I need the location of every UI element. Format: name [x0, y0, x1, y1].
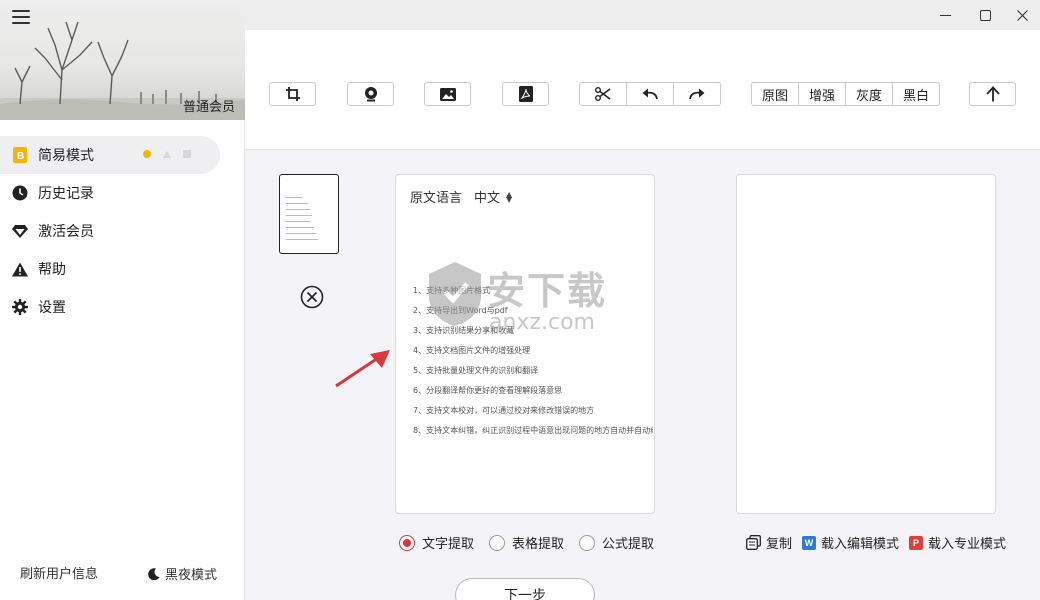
close-button[interactable]	[1002, 0, 1040, 30]
word-icon: W	[802, 535, 817, 550]
image-button[interactable]	[424, 82, 471, 106]
pdf-icon	[518, 86, 533, 102]
load-edit-mode-label: 载入编辑模式	[821, 537, 900, 552]
filter-black-white-button[interactable]: 黑白	[893, 83, 939, 105]
scissors-icon	[595, 87, 611, 101]
simple-mode-icon: B	[12, 147, 28, 163]
source-language-select[interactable]: 中文 ▲ ▼	[474, 187, 512, 206]
mode-text-extract-radio[interactable]: 文字提取	[399, 533, 474, 552]
radio-label: 公式提取	[602, 537, 655, 552]
upload-button[interactable]	[969, 82, 1016, 106]
sidebar-item-label: 历史记录	[38, 186, 94, 202]
document-line: 4、支持文档图片文件的增强处理	[413, 346, 531, 355]
red-arrow-icon	[335, 350, 390, 388]
watermark-domain: anxz.com	[489, 310, 595, 335]
source-language-row: 原文语言 中文 ▲ ▼	[410, 187, 512, 206]
undo-icon	[642, 88, 658, 100]
sort-caret-icon: ▲ ▼	[506, 189, 513, 204]
history-icon	[12, 185, 28, 201]
camera-button[interactable]	[347, 82, 394, 106]
status-dot-icon	[143, 150, 151, 158]
upload-icon	[985, 86, 1000, 102]
filter-original-button[interactable]: 原图	[752, 83, 799, 105]
maximize-icon	[979, 9, 991, 21]
sidebar-item-history[interactable]: 历史记录	[0, 174, 245, 212]
mode-table-extract-radio[interactable]: 表格提取	[489, 533, 564, 552]
undo-button[interactable]	[627, 83, 674, 105]
close-icon	[1016, 9, 1028, 21]
minimize-icon	[939, 14, 951, 16]
square-icon	[183, 150, 191, 158]
image-icon	[439, 87, 456, 101]
document-line: 6、分段翻译帮你更好的查看理解段落意思	[413, 386, 563, 395]
sidebar-nav: B 简易模式 历史记录 激活会员 帮助 设置	[0, 136, 245, 326]
sidebar-item-label: 设置	[38, 300, 66, 316]
maximize-button[interactable]	[965, 0, 1005, 30]
copy-icon	[746, 535, 761, 550]
status-indicators	[143, 150, 191, 158]
webcam-icon	[364, 86, 377, 101]
document-line: 7、支持文本校对，可以通过校对来修改错误的地方	[413, 406, 595, 415]
crop-icon	[285, 87, 300, 101]
radio-unchecked-icon	[489, 534, 506, 551]
member-level-label: 普通会员	[182, 100, 235, 115]
sidebar-item-help[interactable]: 帮助	[0, 250, 245, 288]
radio-label: 表格提取	[512, 537, 565, 552]
source-language-label: 原文语言	[410, 191, 463, 206]
night-mode-toggle[interactable]: 黑夜模式	[148, 564, 217, 583]
document-line: 8、支持文本纠错，纠正识别过程中语意出现问题的地方自动并自动纠正	[413, 426, 653, 435]
night-mode-label: 黑夜模式	[165, 568, 218, 583]
minimize-button[interactable]	[925, 0, 965, 30]
triangle-icon	[163, 150, 171, 158]
source-language-value: 中文	[474, 191, 501, 206]
window-titlebar	[245, 0, 1040, 30]
sidebar-item-settings[interactable]: 设置	[0, 288, 245, 326]
load-pro-mode-button[interactable]: P 载入专业模式	[909, 533, 1006, 552]
cut-button[interactable]	[580, 83, 627, 105]
source-image-panel: 原文语言 中文 ▲▼ 1、支持多种图片格式 2、支持导出到Word与pdf 3、…	[395, 174, 655, 514]
menu-icon[interactable]	[12, 10, 30, 26]
svg-text:B: B	[17, 151, 24, 162]
site-watermark: 安下载 anxz.com	[425, 258, 625, 338]
recognition-mode-group: 文字提取 表格提取 公式提取	[399, 533, 669, 552]
load-pro-mode-label: 载入专业模式	[928, 537, 1007, 552]
load-edit-mode-button[interactable]: W 载入编辑模式	[802, 533, 899, 552]
sidebar-item-label: 简易模式	[38, 148, 94, 164]
redo-button[interactable]	[674, 83, 720, 105]
moon-icon	[148, 567, 160, 580]
mode-formula-extract-radio[interactable]: 公式提取	[579, 533, 654, 552]
redo-icon	[689, 88, 705, 100]
sidebar-item-label: 帮助	[38, 262, 66, 278]
page-thumbnail[interactable]	[279, 174, 339, 254]
toolbar: 原图 增强 灰度 黑白	[245, 30, 1040, 150]
result-actions: 复制 W 载入编辑模式 P 载入专业模式	[746, 533, 1016, 552]
pdf-app-icon: P	[909, 535, 924, 550]
copy-button[interactable]: 复制	[746, 533, 792, 552]
next-step-button[interactable]: 下一步	[455, 578, 595, 600]
watermark-text: 安下载	[487, 269, 608, 313]
refresh-user-info-link[interactable]: 刷新用户信息	[20, 563, 98, 582]
diamond-icon	[12, 223, 28, 239]
document-line: 5、支持批量处理文件的识别和翻译	[413, 366, 539, 375]
filter-grayscale-button[interactable]: 灰度	[846, 83, 893, 105]
sidebar: 普通会员 B 简易模式 历史记录 激活会员 帮助 设置 刷新用户信息 黑夜模式	[0, 0, 245, 600]
result-text-panel[interactable]	[736, 174, 996, 514]
sidebar-item-label: 激活会员	[38, 224, 94, 240]
sidebar-item-simple-mode[interactable]: B 简易模式	[0, 136, 220, 174]
radio-label: 文字提取	[422, 537, 475, 552]
crop-button[interactable]	[269, 82, 316, 106]
profile-banner: 普通会员	[0, 0, 245, 120]
gear-icon	[12, 299, 28, 315]
shield-logo-icon	[429, 262, 481, 326]
radio-unchecked-icon	[579, 534, 596, 551]
radio-checked-icon	[399, 534, 415, 551]
pdf-button[interactable]	[502, 82, 549, 106]
remove-page-icon[interactable]	[300, 285, 324, 309]
edit-button-group	[579, 82, 721, 106]
help-icon	[12, 261, 28, 277]
copy-label: 复制	[766, 537, 793, 552]
filter-enhance-button[interactable]: 增强	[799, 83, 846, 105]
sidebar-item-activate-member[interactable]: 激活会员	[0, 212, 245, 250]
image-filter-group: 原图 增强 灰度 黑白	[751, 82, 940, 106]
